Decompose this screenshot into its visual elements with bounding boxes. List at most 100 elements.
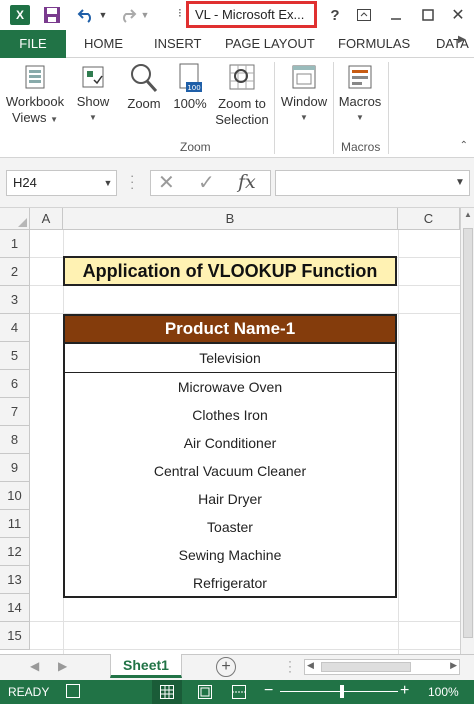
- column-header-a[interactable]: A: [30, 208, 63, 230]
- zoom-out-icon[interactable]: −: [264, 682, 273, 700]
- vertical-scroll-thumb[interactable]: [463, 228, 473, 638]
- ribbon-display-icon[interactable]: [354, 5, 374, 25]
- close-icon[interactable]: ✕: [448, 5, 468, 25]
- formula-bar-grip-icon[interactable]: · · ·: [130, 169, 138, 194]
- redo-icon[interactable]: [118, 5, 138, 25]
- scroll-up-icon[interactable]: ▲: [461, 210, 474, 224]
- status-ready: READY: [8, 685, 50, 699]
- zoom-sel-label-1: Zoom to: [218, 96, 266, 111]
- worksheet-grid[interactable]: A B C 1 2 3 4 5 6 7 8 9 10 11 12 13 14 1…: [0, 208, 474, 654]
- tab-home[interactable]: HOME: [84, 30, 123, 58]
- row-header[interactable]: 10: [0, 482, 30, 510]
- table-cell[interactable]: Central Vacuum Cleaner: [63, 457, 397, 486]
- zoom-selection-icon: [229, 64, 255, 90]
- table-cell[interactable]: Clothes Iron: [63, 401, 397, 430]
- title-bar: X ▼ ▼ ⁝ VL - Microsoft Ex... ? ✕: [0, 0, 474, 30]
- row-header[interactable]: 5: [0, 342, 30, 370]
- workbook-views-button[interactable]: Workbook Views ▼: [2, 62, 68, 128]
- workbook-label-1: Workbook: [5, 94, 65, 109]
- macros-button[interactable]: Macros ▼: [336, 62, 384, 126]
- row-header[interactable]: 7: [0, 398, 30, 426]
- row-header[interactable]: 3: [0, 286, 30, 314]
- ribbon-separator: [388, 62, 389, 154]
- zoom-slider-thumb[interactable]: [340, 685, 344, 698]
- zoom-to-selection-button[interactable]: Zoom to Selection: [212, 62, 272, 128]
- zoom-100-icon: 100: [179, 63, 202, 92]
- magnifier-icon: [131, 64, 158, 93]
- page-break-view-button[interactable]: [232, 685, 246, 702]
- row-header[interactable]: 4: [0, 314, 30, 342]
- tab-file[interactable]: FILE: [0, 30, 66, 58]
- formula-bar: H24 ▼ · · · ✕ ✓ fx ▼: [0, 158, 474, 208]
- tab-formulas[interactable]: FORMULAS: [338, 30, 410, 58]
- gridline: [398, 230, 399, 654]
- insert-function-icon[interactable]: fx: [238, 171, 256, 193]
- table-cell[interactable]: Microwave Oven: [63, 373, 397, 402]
- chevron-down-icon: ▼: [50, 115, 58, 124]
- tab-scroll-right-icon[interactable]: ▶: [458, 34, 470, 50]
- table-cell[interactable]: Hair Dryer: [63, 485, 397, 514]
- enter-check-icon[interactable]: ✓: [198, 171, 215, 195]
- window-icon: [292, 65, 316, 89]
- macro-record-icon[interactable]: [66, 684, 80, 698]
- vertical-scrollbar[interactable]: ▲: [460, 208, 474, 654]
- table-cell[interactable]: Refrigerator: [63, 569, 397, 598]
- zoom-button[interactable]: Zoom: [123, 62, 165, 112]
- show-button[interactable]: Show ▼: [72, 62, 114, 126]
- row-header[interactable]: 8: [0, 426, 30, 454]
- cancel-icon[interactable]: ✕: [158, 171, 175, 195]
- zoom-100-label: 100%: [173, 96, 207, 111]
- help-icon[interactable]: ?: [325, 5, 345, 25]
- row-header[interactable]: 1: [0, 230, 30, 258]
- qat-customize-icon[interactable]: ⁝: [178, 6, 182, 20]
- sheet-tab-sheet1[interactable]: Sheet1: [110, 654, 182, 678]
- zoom-in-icon[interactable]: +: [400, 682, 409, 700]
- select-all-icon: [18, 218, 27, 227]
- zoom-level[interactable]: 100%: [428, 685, 459, 699]
- redo-dropdown-icon[interactable]: ▼: [140, 5, 150, 25]
- sheet-title-cell[interactable]: Application of VLOOKUP Function: [63, 256, 397, 286]
- row-header[interactable]: 15: [0, 622, 30, 650]
- tab-page-layout[interactable]: PAGE LAYOUT: [225, 30, 315, 58]
- row-header[interactable]: 12: [0, 538, 30, 566]
- zoom-slider[interactable]: [280, 691, 398, 692]
- row-header[interactable]: 6: [0, 370, 30, 398]
- column-header-b[interactable]: B: [63, 208, 398, 230]
- minimize-icon[interactable]: [386, 5, 406, 25]
- scroll-right-icon[interactable]: ▶: [450, 660, 457, 671]
- normal-view-button[interactable]: [152, 680, 182, 704]
- save-icon[interactable]: [42, 5, 62, 25]
- workbook-views-icon: [25, 65, 45, 89]
- name-box-dropdown-icon[interactable]: ▼: [100, 170, 116, 196]
- zoom-sel-label-2: Selection: [215, 112, 269, 127]
- tab-split-grip-icon[interactable]: · · ·: [288, 655, 294, 677]
- horizontal-scroll-thumb[interactable]: [321, 662, 411, 672]
- tab-insert[interactable]: INSERT: [154, 30, 201, 58]
- page-layout-view-button[interactable]: [198, 685, 212, 702]
- table-header-cell[interactable]: Product Name-1: [63, 314, 397, 344]
- column-header-c[interactable]: C: [398, 208, 460, 230]
- maximize-icon[interactable]: [418, 5, 438, 25]
- row-header[interactable]: 2: [0, 258, 30, 286]
- zoom-100-button[interactable]: 100 100%: [170, 62, 210, 112]
- row-header[interactable]: 13: [0, 566, 30, 594]
- row-header[interactable]: 14: [0, 594, 30, 622]
- sheet-nav-next-icon[interactable]: ▶: [58, 659, 67, 673]
- select-all-corner[interactable]: [0, 208, 30, 230]
- row-header[interactable]: 11: [0, 510, 30, 538]
- undo-dropdown-icon[interactable]: ▼: [98, 5, 108, 25]
- collapse-ribbon-icon[interactable]: ⌃: [460, 140, 468, 151]
- add-sheet-icon[interactable]: +: [216, 657, 236, 677]
- table-cell[interactable]: Air Conditioner: [63, 429, 397, 458]
- sheet-nav-prev-icon[interactable]: ◀: [30, 659, 39, 673]
- table-cell[interactable]: Sewing Machine: [63, 541, 397, 570]
- scroll-left-icon[interactable]: ◀: [307, 660, 314, 671]
- row-header[interactable]: 9: [0, 454, 30, 482]
- table-cell[interactable]: Toaster: [63, 513, 397, 542]
- horizontal-scrollbar[interactable]: ◀ ▶: [304, 659, 460, 675]
- table-cell[interactable]: Television: [63, 344, 397, 373]
- undo-icon[interactable]: [76, 5, 96, 25]
- window-button[interactable]: Window ▼: [278, 62, 330, 126]
- expand-formula-bar-icon[interactable]: ▼: [450, 170, 470, 196]
- formula-input[interactable]: [275, 170, 470, 196]
